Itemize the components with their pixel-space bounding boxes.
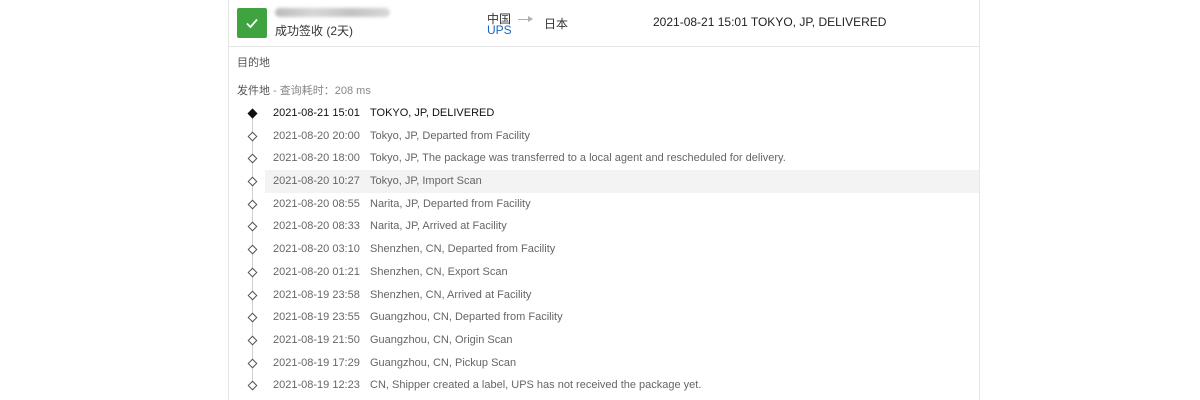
event-description: Narita, JP, Arrived at Facility [370, 220, 507, 233]
event-time: 2021-08-19 21:50 [273, 333, 360, 346]
diamond-outline-icon [247, 221, 258, 232]
tracking-panel: 成功签收 (2天) 中国 UPS 日本 2021-08-21 15:01 TOK… [228, 0, 980, 400]
diamond-outline-icon [247, 312, 258, 323]
diamond-outline-icon [247, 358, 258, 369]
event-time: 2021-08-21 15:01 [273, 107, 360, 119]
diamond-outline-icon [247, 335, 258, 346]
event-description: Tokyo, JP, Departed from Facility [370, 129, 530, 142]
event-time: 2021-08-19 17:29 [273, 356, 360, 369]
diamond-outline-icon [247, 290, 258, 300]
destination-country: 日本 [544, 17, 569, 31]
delivered-badge [237, 8, 267, 38]
event-description: Guangzhou, CN, Departed from Facility [370, 311, 563, 324]
destination-section-label: 目的地 [237, 57, 270, 69]
event-time: 2021-08-20 01:21 [273, 265, 360, 278]
timeline-event: 2021-08-19 23:58 Shenzhen, CN, Arrived a… [229, 284, 979, 307]
event-description: Shenzhen, CN, Arrived at Facility [370, 288, 532, 301]
carrier-link[interactable]: UPS [487, 23, 512, 37]
event-description: Shenzhen, CN, Export Scan [370, 265, 508, 278]
event-time: 2021-08-20 03:10 [273, 243, 360, 256]
event-time: 2021-08-20 08:55 [273, 197, 360, 210]
checkmark-icon [246, 18, 258, 29]
timeline-event: 2021-08-19 17:29 Guangzhou, CN, Pickup S… [229, 352, 979, 375]
event-description: Guangzhou, CN, Pickup Scan [370, 356, 517, 369]
tracking-summary-row[interactable]: 成功签收 (2天) 中国 UPS 日本 2021-08-21 15:01 TOK… [229, 0, 979, 47]
timeline-event: 2021-08-19 12:23 CN, Shipper created a l… [229, 374, 979, 397]
timeline-event: 2021-08-20 03:10 Shenzhen, CN, Departed … [229, 238, 979, 261]
event-description: TOKYO, JP, DELIVERED [370, 107, 495, 119]
event-time: 2021-08-20 20:00 [273, 129, 360, 142]
event-description: Guangzhou, CN, Origin Scan [370, 333, 513, 346]
tracking-number-redacted [275, 8, 390, 17]
event-time: 2021-08-20 08:33 [273, 220, 360, 233]
diamond-outline-icon [247, 199, 258, 210]
tracking-timeline: 2021-08-21 15:01 TOKYO, JP, DELIVERED 20… [229, 102, 979, 397]
origin-section-header: 发件地 - 查询耗时：208 ms [237, 82, 371, 98]
timeline-event: 2021-08-20 08:55 Narita, JP, Departed fr… [229, 193, 979, 216]
diamond-outline-icon [247, 380, 258, 391]
timeline-event: 2021-08-21 15:01 TOKYO, JP, DELIVERED [229, 102, 979, 125]
diamond-outline-icon [247, 153, 258, 164]
event-time: 2021-08-19 23:55 [273, 311, 360, 324]
event-description: CN, Shipper created a label, UPS has not… [370, 379, 702, 392]
event-description: Shenzhen, CN, Departed from Facility [370, 243, 556, 256]
delivery-status: 成功签收 (2天) [275, 24, 354, 38]
diamond-outline-icon [247, 131, 258, 142]
timeline-event: 2021-08-20 18:00 Tokyo, JP, The package … [229, 147, 979, 170]
event-time: 2021-08-20 18:00 [273, 152, 360, 165]
timeline-event: 2021-08-19 23:55 Guangzhou, CN, Departed… [229, 306, 979, 329]
event-time: 2021-08-19 23:58 [273, 288, 360, 301]
diamond-outline-icon [247, 267, 258, 278]
timeline-event: 2021-08-20 20:00 Tokyo, JP, Departed fro… [229, 125, 979, 148]
arrow-right-icon [518, 16, 533, 22]
latest-event: 2021-08-21 15:01 TOKYO, JP, DELIVERED [653, 15, 887, 29]
timeline-event: 2021-08-19 21:50 Guangzhou, CN, Origin S… [229, 329, 979, 352]
event-time: 2021-08-19 12:23 [273, 379, 360, 392]
origin-section-label: 发件地 [237, 85, 270, 97]
query-time: - 查询耗时：208 ms [270, 85, 371, 97]
diamond-outline-icon [247, 244, 258, 255]
timeline-event: 2021-08-20 10:27 Tokyo, JP, Import Scan [229, 170, 979, 193]
event-description: Tokyo, JP, The package was transferred t… [370, 152, 786, 165]
event-time: 2021-08-20 10:27 [273, 175, 360, 188]
diamond-filled-icon [247, 108, 258, 119]
timeline-event: 2021-08-20 01:21 Shenzhen, CN, Export Sc… [229, 261, 979, 284]
diamond-outline-icon [247, 176, 258, 187]
timeline-event: 2021-08-20 08:33 Narita, JP, Arrived at … [229, 215, 979, 238]
event-description: Narita, JP, Departed from Facility [370, 197, 531, 210]
event-description: Tokyo, JP, Import Scan [370, 175, 482, 188]
